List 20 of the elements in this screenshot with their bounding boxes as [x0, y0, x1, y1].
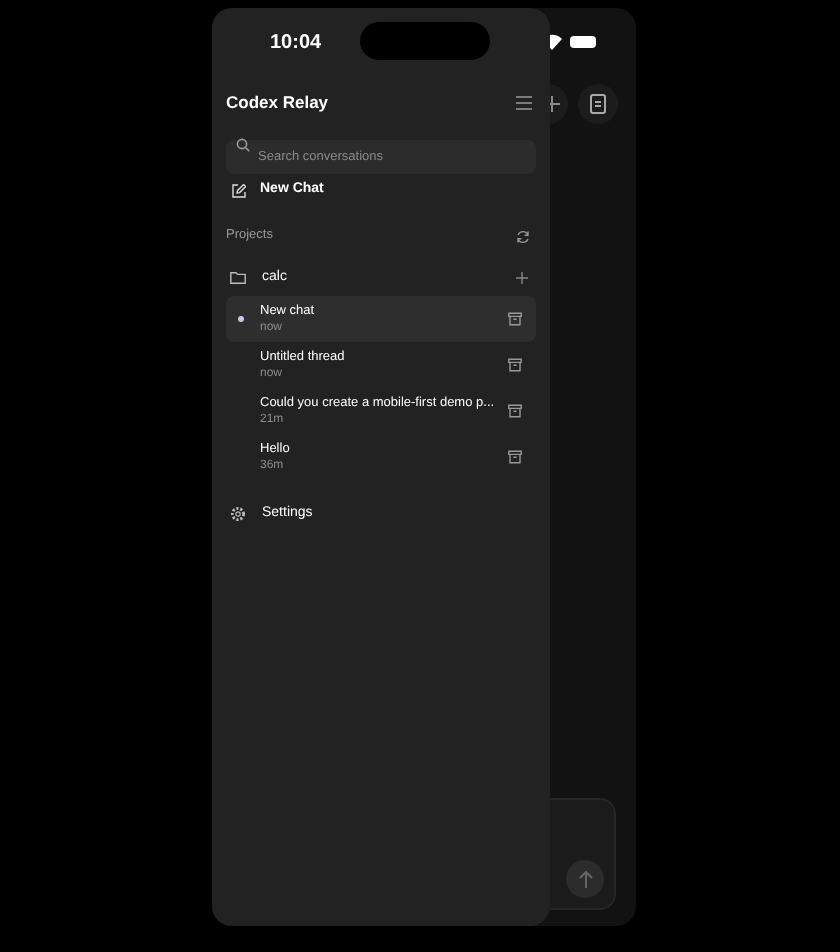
- gear-icon: [230, 506, 246, 522]
- menu-icon[interactable]: [516, 95, 532, 109]
- archive-icon[interactable]: [508, 450, 522, 464]
- dynamic-island: [360, 22, 490, 60]
- archive-icon[interactable]: [508, 358, 522, 372]
- app-title: Codex Relay: [226, 89, 329, 115]
- arrow-up-icon: [577, 870, 593, 888]
- edit-icon: [232, 183, 246, 197]
- document-button[interactable]: [578, 84, 618, 124]
- search-icon: [236, 138, 250, 152]
- plus-icon[interactable]: [516, 272, 528, 284]
- archive-icon[interactable]: [508, 404, 522, 418]
- folder-icon: [230, 272, 246, 284]
- archive-icon[interactable]: [508, 312, 522, 326]
- plus-icon: [544, 96, 560, 112]
- document-icon: [590, 94, 606, 114]
- send-button[interactable]: [566, 860, 604, 898]
- refresh-icon[interactable]: [516, 229, 530, 243]
- status-time: 10:04: [270, 30, 322, 58]
- battery-icon: [570, 36, 596, 48]
